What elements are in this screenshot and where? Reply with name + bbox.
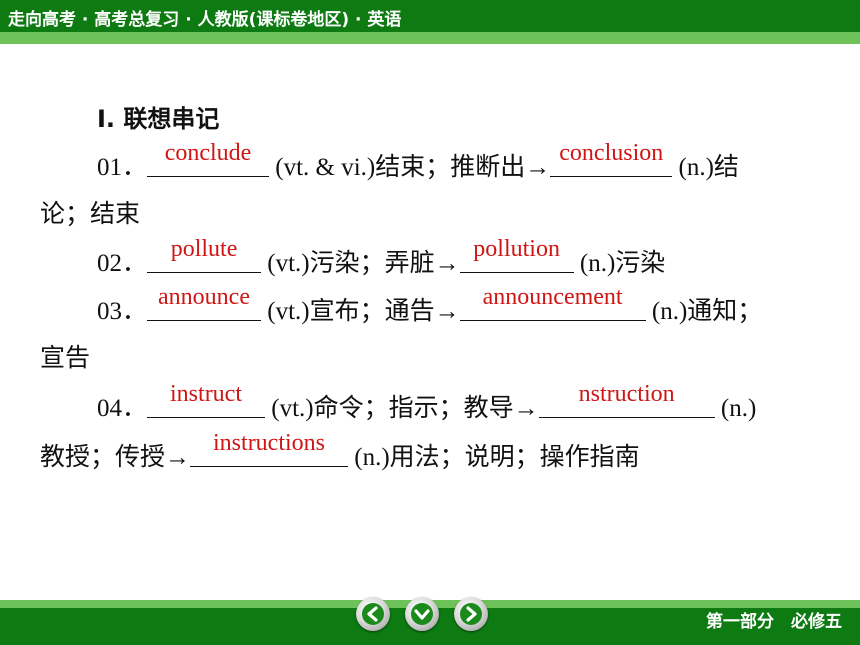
answer-blank: conclude — [147, 140, 270, 177]
footer-section-label: 第一部分 必修五 — [706, 612, 842, 632]
right-arrow-icon — [460, 603, 482, 625]
answer-text: announcement — [482, 284, 623, 310]
section-heading: I. 联想串记 — [97, 105, 220, 133]
answer-blank: instructions — [190, 430, 349, 467]
item-number: 03． — [97, 298, 148, 325]
answer-text: conclude — [164, 140, 252, 166]
answer-text: conclusion — [559, 140, 664, 166]
answer-text: instructions — [213, 430, 326, 456]
answer-blank: nstruction — [538, 381, 715, 418]
item-01-line: 01． conclude (vt. & vi.)结束；推断出→ conclusion… — [97, 140, 739, 183]
down-arrow-icon — [411, 603, 433, 625]
item-gloss: (n.)用法；说明；操作指南 — [354, 444, 640, 471]
item-gloss: (n.)通知； — [651, 298, 763, 325]
answer-blank: pollution — [459, 236, 574, 273]
answer-blank: conclusion — [550, 140, 673, 177]
item-01-continuation: 论；结束 — [40, 201, 141, 228]
item-number: 01． — [97, 154, 148, 181]
left-arrow-icon — [362, 603, 384, 625]
answer-blank: pollute — [147, 236, 262, 273]
prev-slide-button[interactable] — [356, 597, 390, 631]
item-gloss: (n.)污染 — [579, 250, 666, 277]
answer-text: nstruction — [578, 381, 675, 407]
slide-content: I. 联想串记 01． conclude (vt. & vi.)结束；推断出→ co… — [0, 0, 860, 600]
item-number: 02． — [97, 250, 148, 277]
answer-text: announce — [158, 284, 250, 310]
answer-text: pollution — [473, 236, 560, 262]
item-02-line: 02． pollute (vt.)污染；弄脏→ pollution (n.)污染 — [97, 236, 666, 279]
menu-slide-button[interactable] — [405, 597, 439, 631]
item-gloss: (n.) — [720, 395, 757, 422]
answer-blank: instruct — [147, 381, 266, 418]
item-gloss: (vt.)宣布；通告→ — [267, 298, 460, 325]
answer-blank: announcement — [459, 284, 646, 321]
item-gloss: 教授；传授→ — [40, 444, 191, 471]
item-04-line: 04． instruct (vt.)命令；指示；教导→ nstruction (n.… — [97, 381, 757, 424]
answer-text: pollute — [170, 236, 238, 262]
item-number: 04． — [97, 395, 148, 422]
slide-footer: 第一部分 必修五 — [0, 597, 860, 645]
item-03-line: 03． announce (vt.)宣布；通告→ announcement (n.)… — [97, 284, 763, 327]
item-gloss: (vt.)污染；弄脏→ — [267, 250, 460, 277]
item-gloss: (vt.)命令；指示；教导→ — [271, 395, 539, 422]
item-gloss: (vt. & vi.)结束；推断出→ — [275, 154, 551, 181]
item-04-continuation: 教授；传授→ instructions (n.)用法；说明；操作指南 — [40, 430, 640, 473]
answer-text: instruct — [170, 381, 243, 407]
item-03-continuation: 宣告 — [40, 345, 91, 372]
item-gloss: (n.)结 — [678, 154, 739, 181]
next-slide-button[interactable] — [454, 597, 488, 631]
answer-blank: announce — [147, 284, 262, 321]
